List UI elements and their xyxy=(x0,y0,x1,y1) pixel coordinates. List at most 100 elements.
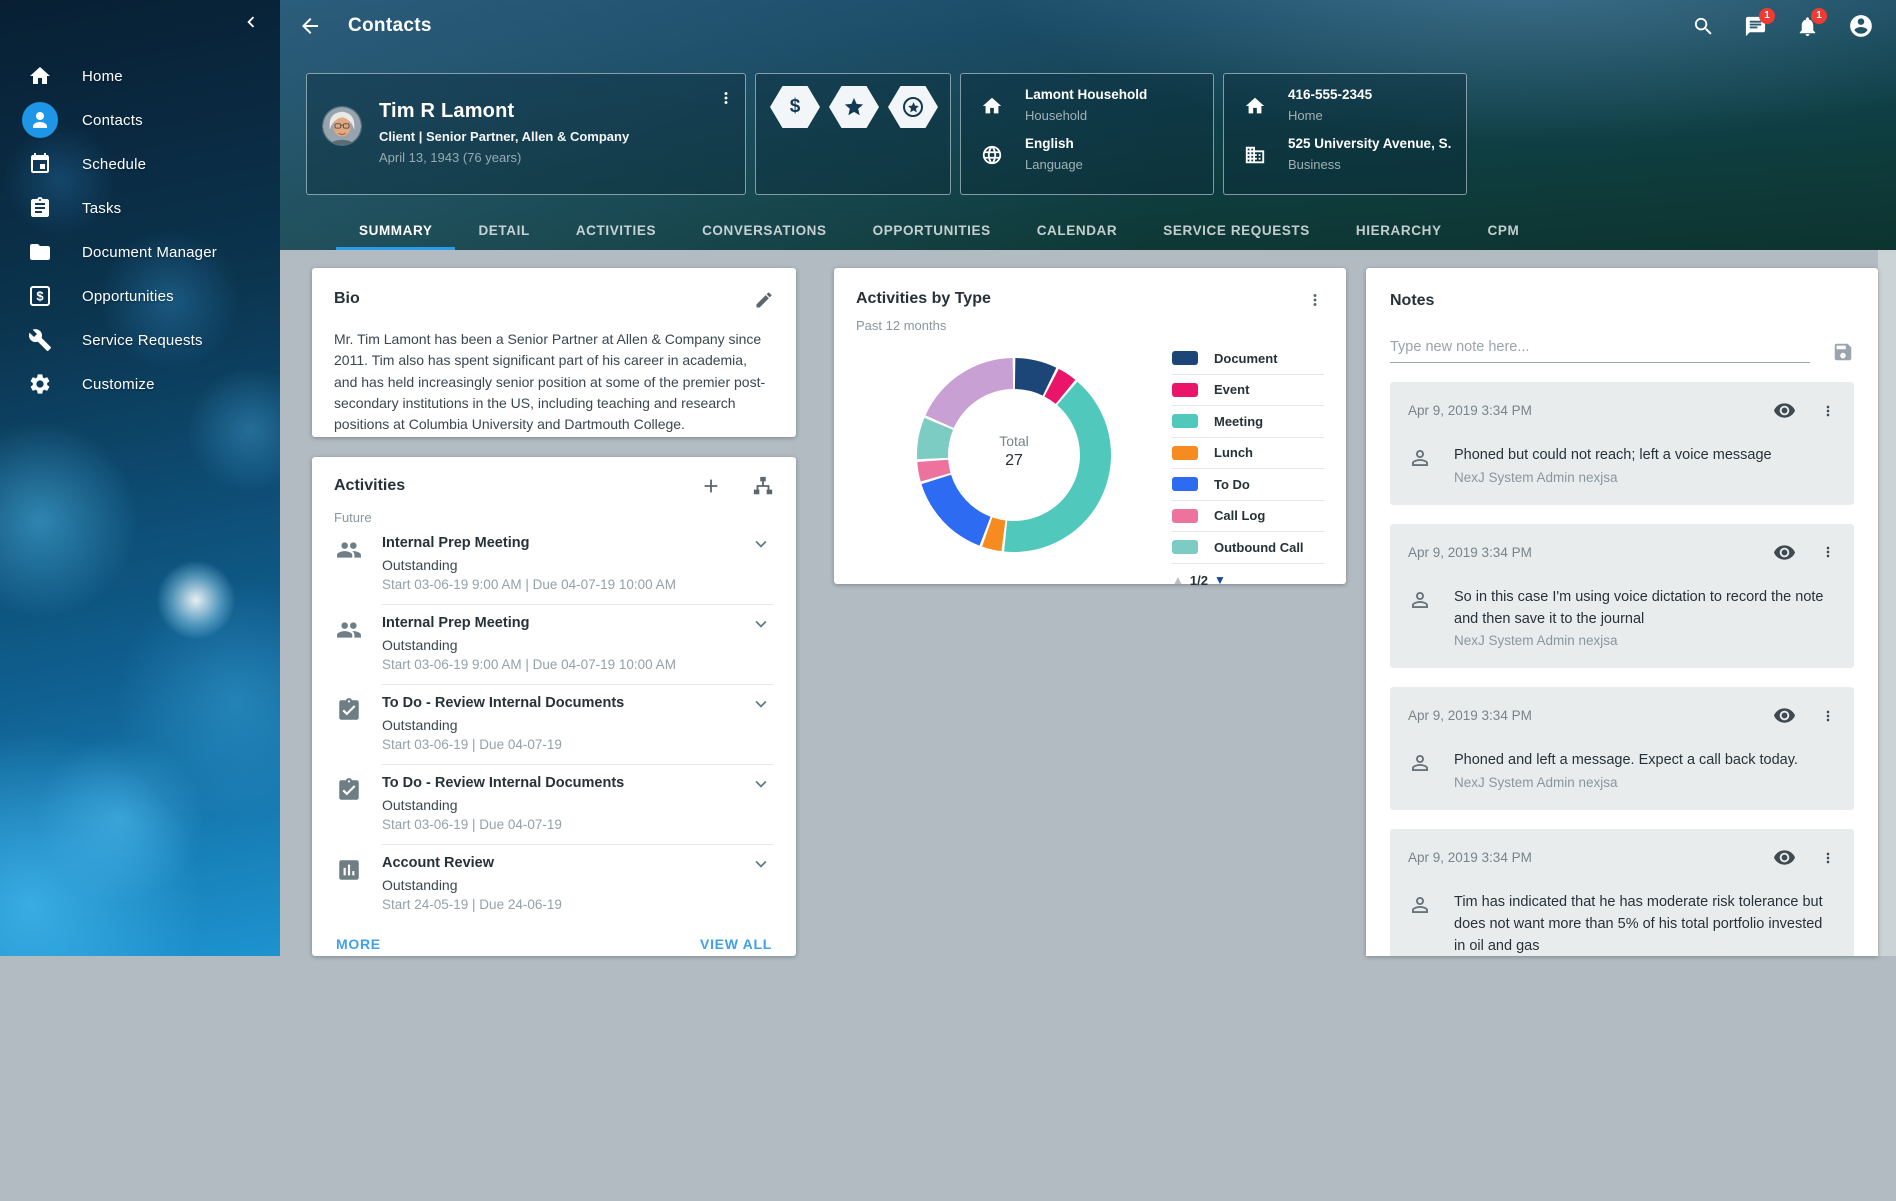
chart-menu-icon[interactable] xyxy=(1306,290,1324,310)
opportunities-icon: $ xyxy=(28,284,52,308)
badge-star[interactable] xyxy=(829,86,879,128)
activity-list-item[interactable]: Account ReviewOutstandingStart 24-05-19 … xyxy=(334,845,774,924)
collapse-sidebar-icon[interactable] xyxy=(240,11,262,33)
todo-icon xyxy=(336,777,362,803)
star-icon xyxy=(907,101,920,114)
person-icon xyxy=(1408,588,1432,612)
contact-name-card: Tim R Lamont Client | Senior Partner, Al… xyxy=(306,73,746,195)
sidebar-item-home[interactable]: Home xyxy=(0,54,280,98)
chevron-down-icon[interactable] xyxy=(750,533,772,555)
legend-swatch xyxy=(1172,477,1198,491)
legend-item-outbound-call[interactable]: Outbound Call xyxy=(1172,532,1324,564)
edit-icon[interactable] xyxy=(754,290,774,310)
info-secondary: Business xyxy=(1288,157,1452,172)
legend-swatch xyxy=(1172,509,1198,523)
info-row[interactable]: 525 University Avenue, S...Business xyxy=(1238,136,1452,172)
avatar xyxy=(323,107,361,145)
activity-list-item[interactable]: To Do - Review Internal DocumentsOutstan… xyxy=(334,685,774,765)
tab-opportunities[interactable]: OPPORTUNITIES xyxy=(850,210,1014,250)
hierarchy-view-icon[interactable] xyxy=(752,475,774,497)
tab-calendar[interactable]: CALENDAR xyxy=(1014,210,1141,250)
eye-icon[interactable] xyxy=(1773,704,1796,727)
eye-icon[interactable] xyxy=(1773,541,1796,564)
activity-title: Account Review xyxy=(382,855,774,871)
contact-name: Tim R Lamont xyxy=(379,100,629,123)
globe-icon xyxy=(981,144,1003,166)
sidebar-item-tasks[interactable]: Tasks xyxy=(0,186,280,230)
home-icon xyxy=(28,64,52,88)
activity-title: Internal Prep Meeting xyxy=(382,535,774,551)
tab-activities[interactable]: ACTIVITIES xyxy=(553,210,679,250)
badge-star-circle[interactable] xyxy=(888,86,938,128)
tab-hierarchy[interactable]: HIERARCHY xyxy=(1333,210,1465,250)
info-row[interactable]: Lamont HouseholdHousehold xyxy=(975,87,1199,123)
note-author: NexJ System Admin nexjsa xyxy=(1454,470,1772,485)
chevron-down-icon[interactable] xyxy=(750,773,772,795)
sidebar-item-contacts[interactable]: Contacts xyxy=(0,98,280,142)
legend-item-meeting[interactable]: Meeting xyxy=(1172,406,1324,438)
notifications-icon[interactable]: 1 xyxy=(1796,15,1819,38)
chevron-down-icon[interactable] xyxy=(750,853,772,875)
info-row[interactable]: EnglishLanguage xyxy=(975,136,1199,172)
view-all-button[interactable]: VIEW ALL xyxy=(700,936,772,952)
chat-icon[interactable]: 1 xyxy=(1744,15,1767,38)
contact-tabs: SUMMARYDETAILACTIVITIESCONVERSATIONSOPPO… xyxy=(336,210,1542,250)
sidebar-nav: HomeContactsScheduleTasks Document Manage… xyxy=(0,54,280,406)
save-note-icon[interactable] xyxy=(1832,341,1854,363)
legend-page-down-icon[interactable]: ▼ xyxy=(1214,573,1226,587)
add-activity-icon[interactable] xyxy=(700,475,722,497)
contact-card-menu-icon[interactable] xyxy=(717,88,735,108)
legend-page-up-icon[interactable]: ▲ xyxy=(1172,573,1184,587)
info-secondary: Home xyxy=(1288,108,1372,123)
sidebar-item-schedule[interactable]: Schedule xyxy=(0,142,280,186)
note-menu-icon[interactable] xyxy=(1820,401,1836,421)
bio-text: Mr. Tim Lamont has been a Senior Partner… xyxy=(334,329,774,435)
contacts-icon xyxy=(28,108,52,132)
scrollbar-track[interactable] xyxy=(1878,250,1896,956)
info-row[interactable]: 416-555-2345Home xyxy=(1238,87,1452,123)
legend-item-call-log[interactable]: Call Log xyxy=(1172,501,1324,533)
activity-list-item[interactable]: To Do - Review Internal DocumentsOutstan… xyxy=(334,765,774,845)
sidebar-item-service-requests[interactable]: Service Requests xyxy=(0,318,280,362)
legend-item-to-do[interactable]: To Do xyxy=(1172,469,1324,501)
wrench-icon xyxy=(28,328,52,352)
activity-title: To Do - Review Internal Documents xyxy=(382,695,774,711)
tasks-icon xyxy=(28,196,52,220)
tab-conversations[interactable]: CONVERSATIONS xyxy=(679,210,850,250)
chart-icon xyxy=(336,857,362,883)
eye-icon[interactable] xyxy=(1773,846,1796,869)
activity-list-item[interactable]: Internal Prep MeetingOutstandingStart 03… xyxy=(334,525,774,605)
activity-dates: Start 03-06-19 | Due 04-07-19 xyxy=(382,817,774,832)
tab-service-requests[interactable]: SERVICE REQUESTS xyxy=(1140,210,1333,250)
chevron-down-icon[interactable] xyxy=(750,613,772,635)
sidebar-item-opportunities[interactable]: $Opportunities xyxy=(0,274,280,318)
account-icon[interactable] xyxy=(1848,13,1874,39)
chat-badge: 1 xyxy=(1759,8,1775,24)
sidebar-item-customize[interactable]: Customize xyxy=(0,362,280,406)
tab-cpm[interactable]: CPM xyxy=(1465,210,1543,250)
note-menu-icon[interactable] xyxy=(1820,706,1836,726)
legend-swatch xyxy=(1172,446,1198,460)
sidebar-item-document-manager[interactable]: Document Manager xyxy=(0,230,280,274)
search-icon[interactable] xyxy=(1692,15,1715,38)
eye-icon[interactable] xyxy=(1773,399,1796,422)
legend-item-lunch[interactable]: Lunch xyxy=(1172,438,1324,470)
chevron-down-icon[interactable] xyxy=(750,693,772,715)
sidebar-item-label: Document Manager xyxy=(82,244,217,261)
todo-icon xyxy=(336,697,362,723)
legend-item-event[interactable]: Event xyxy=(1172,375,1324,407)
note-menu-icon[interactable] xyxy=(1820,542,1836,562)
note-author: NexJ System Admin nexjsa xyxy=(1454,633,1836,648)
note-card: Apr 9, 2019 3:34 PMSo in this case I'm u… xyxy=(1390,524,1854,669)
back-icon[interactable] xyxy=(298,14,322,38)
tab-summary[interactable]: SUMMARY xyxy=(336,210,455,250)
legend-item-document[interactable]: Document xyxy=(1172,343,1324,375)
badge-dollar[interactable]: $ xyxy=(770,86,820,128)
activity-list-item[interactable]: Internal Prep MeetingOutstandingStart 03… xyxy=(334,605,774,685)
note-text: So in this case I'm using voice dictatio… xyxy=(1454,587,1836,631)
page-title: Contacts xyxy=(348,15,432,37)
tab-detail[interactable]: DETAIL xyxy=(455,210,552,250)
more-button[interactable]: MORE xyxy=(336,936,381,952)
new-note-input[interactable] xyxy=(1390,335,1810,363)
note-menu-icon[interactable] xyxy=(1820,848,1836,868)
